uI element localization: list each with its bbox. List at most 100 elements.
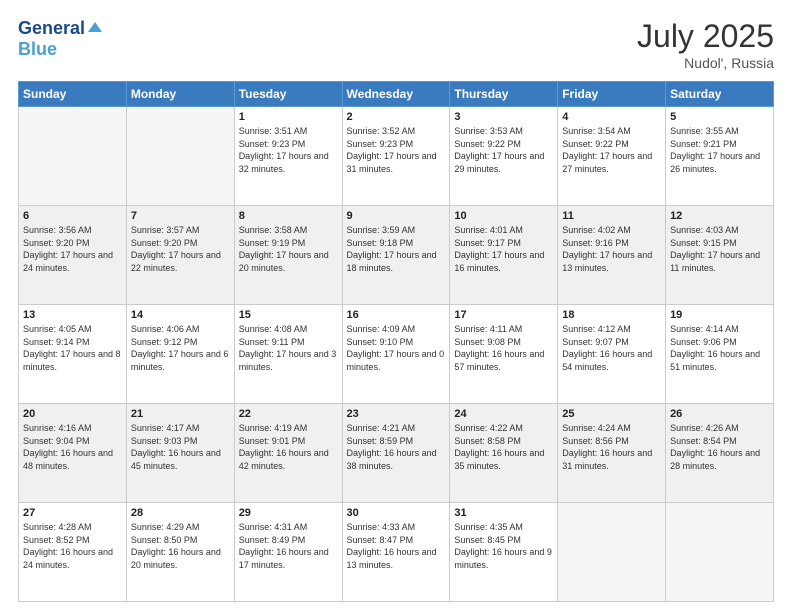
day-number: 10 <box>454 210 553 222</box>
calendar-day-cell: 22 Sunrise: 4:19 AMSunset: 9:01 PMDaylig… <box>234 404 342 503</box>
day-number: 29 <box>239 507 338 519</box>
day-info: Sunrise: 4:12 AMSunset: 9:07 PMDaylight:… <box>562 323 661 373</box>
day-number: 13 <box>23 309 122 321</box>
calendar-day-cell: 23 Sunrise: 4:21 AMSunset: 8:59 PMDaylig… <box>342 404 450 503</box>
calendar-day-cell: 30 Sunrise: 4:33 AMSunset: 8:47 PMDaylig… <box>342 503 450 602</box>
day-number: 23 <box>347 408 446 420</box>
day-number: 1 <box>239 111 338 123</box>
day-number: 20 <box>23 408 122 420</box>
calendar-day-cell: 19 Sunrise: 4:14 AMSunset: 9:06 PMDaylig… <box>666 305 774 404</box>
calendar-day-header: Monday <box>126 82 234 107</box>
calendar-day-cell: 31 Sunrise: 4:35 AMSunset: 8:45 PMDaylig… <box>450 503 558 602</box>
day-info: Sunrise: 4:22 AMSunset: 8:58 PMDaylight:… <box>454 422 553 472</box>
calendar-day-cell: 12 Sunrise: 4:03 AMSunset: 9:15 PMDaylig… <box>666 206 774 305</box>
calendar-day-cell: 24 Sunrise: 4:22 AMSunset: 8:58 PMDaylig… <box>450 404 558 503</box>
calendar-day-cell: 27 Sunrise: 4:28 AMSunset: 8:52 PMDaylig… <box>19 503 127 602</box>
day-info: Sunrise: 4:14 AMSunset: 9:06 PMDaylight:… <box>670 323 769 373</box>
day-info: Sunrise: 4:31 AMSunset: 8:49 PMDaylight:… <box>239 521 338 571</box>
day-info: Sunrise: 4:01 AMSunset: 9:17 PMDaylight:… <box>454 224 553 274</box>
calendar-day-cell: 8 Sunrise: 3:58 AMSunset: 9:19 PMDayligh… <box>234 206 342 305</box>
calendar-day-cell: 20 Sunrise: 4:16 AMSunset: 9:04 PMDaylig… <box>19 404 127 503</box>
day-info: Sunrise: 3:54 AMSunset: 9:22 PMDaylight:… <box>562 125 661 175</box>
calendar-table: SundayMondayTuesdayWednesdayThursdayFrid… <box>18 81 774 602</box>
month-year-title: July 2025 <box>637 18 774 55</box>
day-info: Sunrise: 4:26 AMSunset: 8:54 PMDaylight:… <box>670 422 769 472</box>
logo: General Blue <box>18 18 102 59</box>
day-number: 16 <box>347 309 446 321</box>
page: General Blue July 2025 Nudol', Russia Su… <box>0 0 792 612</box>
day-number: 18 <box>562 309 661 321</box>
day-number: 26 <box>670 408 769 420</box>
calendar-day-header: Wednesday <box>342 82 450 107</box>
calendar-week-row: 1 Sunrise: 3:51 AMSunset: 9:23 PMDayligh… <box>19 107 774 206</box>
day-info: Sunrise: 4:24 AMSunset: 8:56 PMDaylight:… <box>562 422 661 472</box>
header: General Blue July 2025 Nudol', Russia <box>18 18 774 71</box>
day-number: 31 <box>454 507 553 519</box>
day-number: 17 <box>454 309 553 321</box>
calendar-day-cell: 10 Sunrise: 4:01 AMSunset: 9:17 PMDaylig… <box>450 206 558 305</box>
day-number: 7 <box>131 210 230 222</box>
day-number: 11 <box>562 210 661 222</box>
day-number: 22 <box>239 408 338 420</box>
calendar-day-cell <box>666 503 774 602</box>
day-number: 2 <box>347 111 446 123</box>
calendar-week-row: 13 Sunrise: 4:05 AMSunset: 9:14 PMDaylig… <box>19 305 774 404</box>
day-number: 12 <box>670 210 769 222</box>
day-number: 14 <box>131 309 230 321</box>
day-number: 28 <box>131 507 230 519</box>
calendar-day-header: Tuesday <box>234 82 342 107</box>
calendar-day-header: Thursday <box>450 82 558 107</box>
day-info: Sunrise: 3:52 AMSunset: 9:23 PMDaylight:… <box>347 125 446 175</box>
day-info: Sunrise: 4:29 AMSunset: 8:50 PMDaylight:… <box>131 521 230 571</box>
day-number: 30 <box>347 507 446 519</box>
day-info: Sunrise: 3:59 AMSunset: 9:18 PMDaylight:… <box>347 224 446 274</box>
day-info: Sunrise: 4:16 AMSunset: 9:04 PMDaylight:… <box>23 422 122 472</box>
day-info: Sunrise: 4:17 AMSunset: 9:03 PMDaylight:… <box>131 422 230 472</box>
calendar-day-cell <box>558 503 666 602</box>
calendar-day-header: Sunday <box>19 82 127 107</box>
calendar-week-row: 27 Sunrise: 4:28 AMSunset: 8:52 PMDaylig… <box>19 503 774 602</box>
day-number: 24 <box>454 408 553 420</box>
calendar-day-cell: 11 Sunrise: 4:02 AMSunset: 9:16 PMDaylig… <box>558 206 666 305</box>
calendar-day-cell: 2 Sunrise: 3:52 AMSunset: 9:23 PMDayligh… <box>342 107 450 206</box>
day-info: Sunrise: 4:19 AMSunset: 9:01 PMDaylight:… <box>239 422 338 472</box>
day-info: Sunrise: 3:53 AMSunset: 9:22 PMDaylight:… <box>454 125 553 175</box>
calendar-day-cell: 7 Sunrise: 3:57 AMSunset: 9:20 PMDayligh… <box>126 206 234 305</box>
day-info: Sunrise: 3:57 AMSunset: 9:20 PMDaylight:… <box>131 224 230 274</box>
day-number: 3 <box>454 111 553 123</box>
calendar-day-cell: 5 Sunrise: 3:55 AMSunset: 9:21 PMDayligh… <box>666 107 774 206</box>
day-info: Sunrise: 4:35 AMSunset: 8:45 PMDaylight:… <box>454 521 553 571</box>
calendar-day-cell <box>126 107 234 206</box>
calendar-day-cell: 15 Sunrise: 4:08 AMSunset: 9:11 PMDaylig… <box>234 305 342 404</box>
calendar-day-cell: 25 Sunrise: 4:24 AMSunset: 8:56 PMDaylig… <box>558 404 666 503</box>
calendar-week-row: 20 Sunrise: 4:16 AMSunset: 9:04 PMDaylig… <box>19 404 774 503</box>
calendar-day-cell: 18 Sunrise: 4:12 AMSunset: 9:07 PMDaylig… <box>558 305 666 404</box>
day-number: 15 <box>239 309 338 321</box>
calendar-day-header: Saturday <box>666 82 774 107</box>
calendar-day-cell <box>19 107 127 206</box>
day-number: 27 <box>23 507 122 519</box>
day-info: Sunrise: 4:09 AMSunset: 9:10 PMDaylight:… <box>347 323 446 373</box>
calendar-day-cell: 4 Sunrise: 3:54 AMSunset: 9:22 PMDayligh… <box>558 107 666 206</box>
day-number: 21 <box>131 408 230 420</box>
day-number: 8 <box>239 210 338 222</box>
day-number: 9 <box>347 210 446 222</box>
day-number: 5 <box>670 111 769 123</box>
day-info: Sunrise: 4:33 AMSunset: 8:47 PMDaylight:… <box>347 521 446 571</box>
day-info: Sunrise: 4:08 AMSunset: 9:11 PMDaylight:… <box>239 323 338 373</box>
calendar-day-cell: 16 Sunrise: 4:09 AMSunset: 9:10 PMDaylig… <box>342 305 450 404</box>
day-info: Sunrise: 4:02 AMSunset: 9:16 PMDaylight:… <box>562 224 661 274</box>
calendar-day-header: Friday <box>558 82 666 107</box>
day-number: 4 <box>562 111 661 123</box>
calendar-day-cell: 29 Sunrise: 4:31 AMSunset: 8:49 PMDaylig… <box>234 503 342 602</box>
day-info: Sunrise: 4:06 AMSunset: 9:12 PMDaylight:… <box>131 323 230 373</box>
calendar-day-cell: 14 Sunrise: 4:06 AMSunset: 9:12 PMDaylig… <box>126 305 234 404</box>
calendar-day-cell: 9 Sunrise: 3:59 AMSunset: 9:18 PMDayligh… <box>342 206 450 305</box>
calendar-day-cell: 28 Sunrise: 4:29 AMSunset: 8:50 PMDaylig… <box>126 503 234 602</box>
day-info: Sunrise: 4:05 AMSunset: 9:14 PMDaylight:… <box>23 323 122 373</box>
day-info: Sunrise: 3:55 AMSunset: 9:21 PMDaylight:… <box>670 125 769 175</box>
day-number: 25 <box>562 408 661 420</box>
calendar-week-row: 6 Sunrise: 3:56 AMSunset: 9:20 PMDayligh… <box>19 206 774 305</box>
day-info: Sunrise: 4:11 AMSunset: 9:08 PMDaylight:… <box>454 323 553 373</box>
calendar-day-cell: 6 Sunrise: 3:56 AMSunset: 9:20 PMDayligh… <box>19 206 127 305</box>
